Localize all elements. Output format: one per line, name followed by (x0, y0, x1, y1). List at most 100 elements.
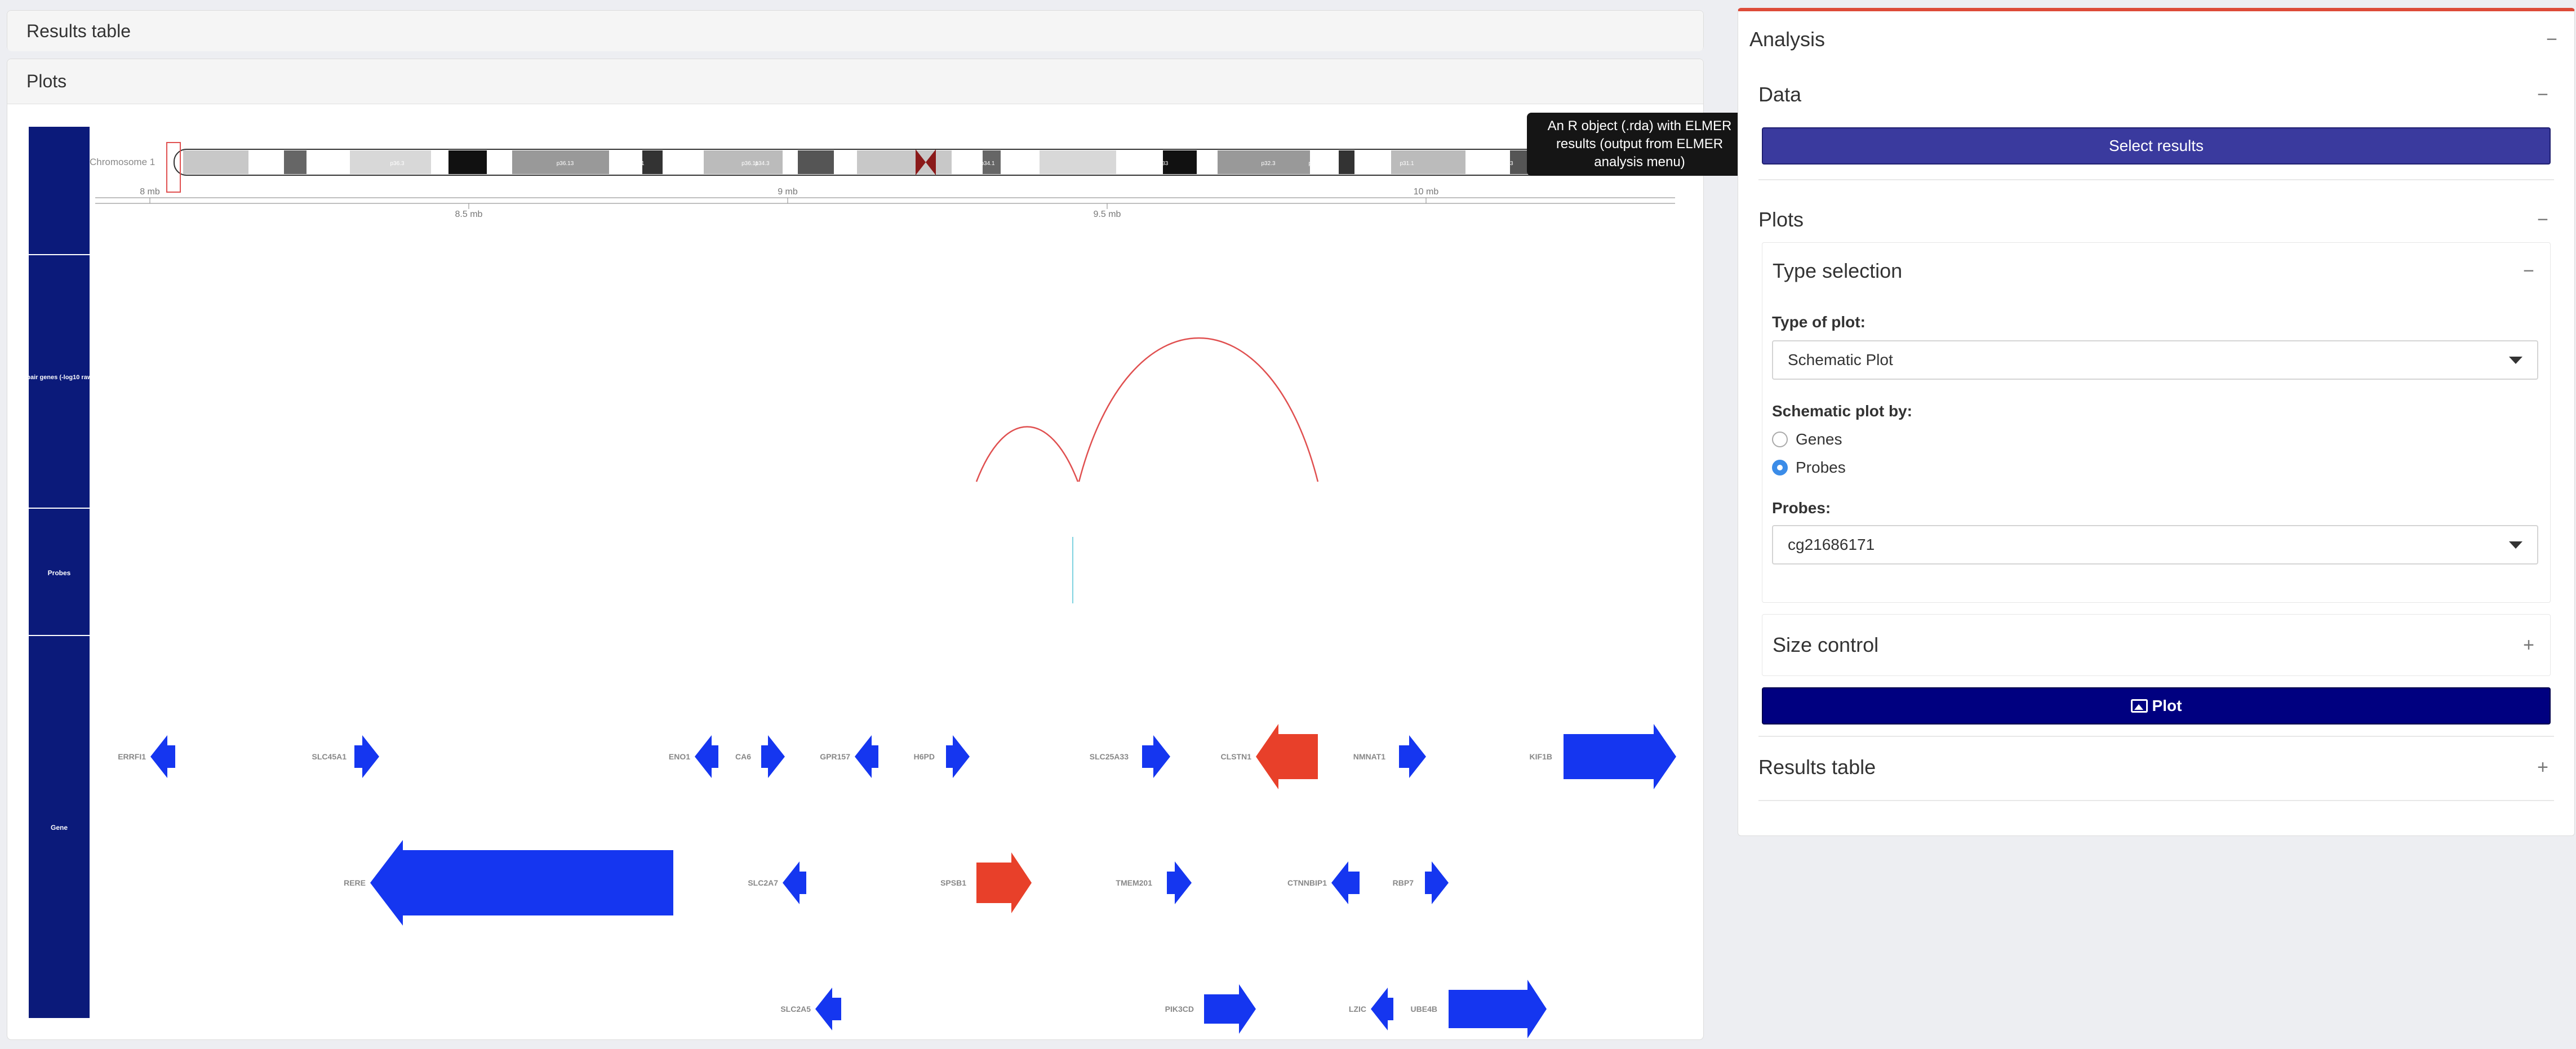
ideogram-band (1197, 150, 1218, 174)
analysis-collapse-icon[interactable]: − (2541, 29, 2563, 51)
results-table-expand-icon[interactable]: + (2531, 757, 2554, 779)
probes-value: cg21686171 (1788, 536, 1875, 553)
gene-label: KIF1B (1530, 752, 1552, 761)
gene-arrow (783, 861, 806, 904)
results-table-section-title: Results table (1758, 755, 1876, 779)
gene-arrow (1399, 735, 1426, 778)
ideogram-band (248, 150, 284, 174)
axis-label-9-5mb: 9.5 mb (1094, 210, 1121, 219)
type-selection-collapse-icon[interactable]: − (2517, 260, 2540, 282)
radio-genes-label: Genes (1796, 430, 1842, 448)
track-label-pairs: Putative pair genes (-log10 raw p-value) (7, 374, 118, 381)
analysis-title: Analysis (1749, 28, 1826, 51)
gene-arrow (1142, 735, 1170, 778)
gene-arrow (354, 735, 379, 778)
gene-arrow (695, 735, 718, 778)
gene-label: CLSTN1 (1221, 752, 1252, 761)
gene-label: ERRFI1 (118, 752, 146, 761)
plot-button[interactable]: Plot (1762, 687, 2551, 724)
analysis-header: Analysis − (1749, 23, 2563, 56)
chevron-down-icon (2509, 541, 2522, 549)
data-collapse-icon[interactable]: − (2531, 84, 2554, 106)
gene-label: ENO1 (669, 752, 690, 761)
probes-select[interactable]: cg21686171 (1772, 525, 2538, 564)
gene-label: LZIC (1349, 1004, 1366, 1014)
gene-label: SLC2A5 (780, 1004, 811, 1014)
ideogram-band (834, 150, 857, 174)
type-of-plot-label: Type of plot: (1772, 313, 1866, 331)
gene-label: CA6 (735, 752, 751, 761)
gene-track: ERRFI1 SLC45A1 ENO1 CA6 GPR157 H6PD SLC25A33 CL… (118, 724, 1676, 1038)
gene-label: TMEM201 (1116, 878, 1152, 887)
ideogram-band (1001, 150, 1040, 174)
ideogram-band-label: p36.2 (488, 161, 502, 167)
genomic-axis: 8 mb 9 mb 10 mb 8.5 mb 9.5 mb (95, 187, 1675, 219)
plots-section-header: Plots − (1758, 203, 2554, 237)
ideogram-band (1339, 150, 1354, 174)
pair-arc-large (1078, 337, 1319, 482)
gene-label: PIK3CD (1165, 1004, 1194, 1014)
gene-arrow (1449, 980, 1547, 1038)
chromosome-ideogram: Chromosome 1 p36.3 p36.2 p36.13 p36.11p35.1… (90, 142, 1687, 193)
type-of-plot-select[interactable]: Schematic Plot (1772, 340, 2538, 380)
divider (1758, 736, 2554, 737)
image-icon (2130, 699, 2148, 713)
page: Results table Plots Putative pair genes … (0, 0, 2576, 1049)
type-selection-title: Type selection (1773, 259, 1903, 282)
ideogram-band-label: p31.1 (1400, 161, 1414, 167)
radio-probes-circle[interactable] (1772, 460, 1788, 475)
ideogram-band-label: p36.3 (390, 161, 404, 167)
type-of-plot-value: Schematic Plot (1788, 351, 1893, 368)
gene-label: RERE (344, 878, 366, 887)
ideogram-band-label: p34.1 (980, 161, 994, 167)
radio-probes[interactable]: Probes (1772, 459, 1846, 477)
data-header: Data − (1758, 78, 2554, 112)
plots-section-title: Plots (1758, 208, 1804, 231)
plot-button-label: Plot (2152, 697, 2182, 714)
ideogram-band (642, 150, 663, 174)
pair-arc-small (975, 426, 1079, 482)
ideogram-band (431, 150, 448, 174)
results-table-section-header: Results table + (1758, 750, 2554, 784)
ideogram-band-label: p31.3 (1308, 161, 1322, 167)
size-control-expand-icon[interactable]: + (2517, 634, 2540, 656)
track-label-pairs-bg (29, 255, 90, 508)
axis-label-10mb: 10 mb (1414, 187, 1439, 197)
plots-header[interactable]: Plots (7, 59, 1703, 104)
pair-arcs (975, 337, 1319, 482)
analysis-sidebar: Analysis − Data − Select results Plots −… (1738, 8, 2575, 836)
gene-arrow (855, 735, 878, 778)
gene-arrow (1371, 988, 1393, 1030)
ideogram-band (857, 150, 952, 174)
gene-label: SLC25A33 (1090, 752, 1129, 761)
ideogram-band (1040, 150, 1116, 174)
gene-arrow (815, 988, 841, 1030)
gene-arrow (150, 735, 175, 778)
radio-genes[interactable]: Genes (1772, 430, 1842, 448)
track-label-chromosome-bg (29, 127, 90, 254)
gene-arrow (1204, 984, 1256, 1034)
gene-arrow (1564, 724, 1676, 789)
gene-label: CTNNBIP1 (1287, 878, 1327, 887)
gene-arrow (1425, 861, 1449, 904)
gene-label: SPSB1 (940, 878, 966, 887)
gene-arrow (1256, 724, 1318, 789)
schematic-plot: Putative pair genes (-log10 raw p-value)… (7, 104, 1704, 1041)
schematic-by-label: Schematic plot by: (1772, 402, 1912, 420)
gene-arrow (946, 735, 970, 778)
chromosome-label: Chromosome 1 (90, 157, 155, 167)
results-table-header[interactable]: Results table (7, 11, 1703, 51)
plots-collapse-icon[interactable]: − (2531, 209, 2554, 231)
axis-label-9mb: 9 mb (778, 187, 798, 197)
gene-label: NMNAT1 (1353, 752, 1386, 761)
gene-label: GPR157 (820, 752, 850, 761)
ideogram-band-label: p22.3 (1499, 161, 1513, 167)
gene-arrow (761, 735, 785, 778)
ideogram-bands: p36.3 p36.2 p36.13 p36.11p35.1 p34.3 p34.1 p33… (174, 149, 1687, 176)
ideogram-band-label: p34.3 (755, 161, 769, 167)
radio-genes-circle[interactable] (1772, 432, 1788, 447)
select-results-button[interactable]: Select results (1762, 127, 2551, 165)
plots-box: Plots Putative pair genes (-log10 raw p-… (7, 59, 1704, 1040)
axis-label-8-5mb: 8.5 mb (455, 210, 483, 219)
ideogram-band (284, 150, 307, 174)
